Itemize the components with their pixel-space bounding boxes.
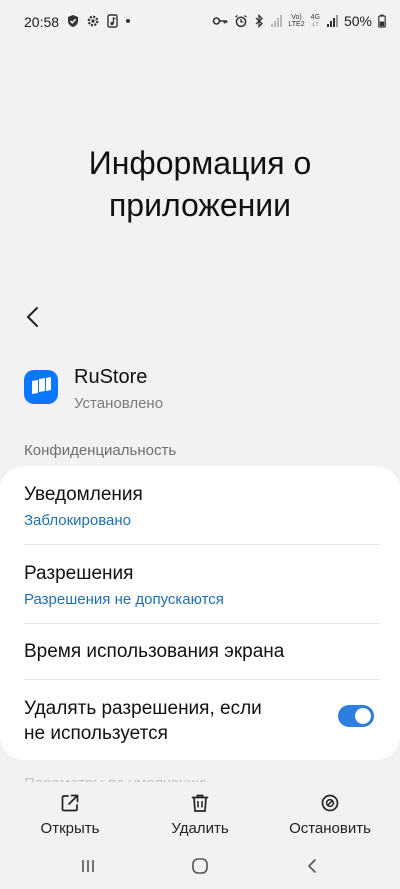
divider xyxy=(24,679,380,680)
key-icon xyxy=(213,17,228,25)
bottom-action-bar: Открыть Удалить Остановить xyxy=(0,782,400,842)
recent-apps-button[interactable] xyxy=(76,856,100,876)
mobile-data-indicator: 4G ↓↑ xyxy=(310,14,320,28)
uninstall-label: Удалить xyxy=(171,820,229,837)
back-button[interactable] xyxy=(18,300,46,334)
status-right-icons: Vo) LTE2 4G ↓↑ 50% xyxy=(212,13,386,29)
gear-icon xyxy=(87,15,99,27)
rustore-logo-icon xyxy=(32,377,51,394)
status-bar: 20:58 Vo) LTE2 4G ↓↑ 50% xyxy=(0,0,400,44)
open-button[interactable]: Открыть xyxy=(10,792,130,837)
battery-percent: 50% xyxy=(343,13,372,29)
status-left-icons xyxy=(66,14,130,28)
notifications-title: Уведомления xyxy=(24,484,143,505)
music-file-icon xyxy=(107,14,118,28)
section-label-privacy: Конфиденциальность xyxy=(24,442,177,459)
alarm-icon xyxy=(235,14,248,28)
signal-icon xyxy=(271,15,283,27)
trash-icon xyxy=(191,794,209,812)
permissions-status: Разрешения не допускаются xyxy=(24,591,224,608)
notifications-row[interactable]: Уведомления Заблокировано xyxy=(24,484,380,529)
signal-strength-icon xyxy=(326,15,338,27)
force-stop-label: Остановить xyxy=(289,820,371,837)
notification-dot xyxy=(126,19,130,23)
battery-icon xyxy=(378,14,386,28)
screen-time-title: Время использования экрана xyxy=(24,641,285,662)
recent-apps-icon xyxy=(82,860,94,872)
page-title: Информация о приложении xyxy=(88,145,312,223)
divider xyxy=(24,623,380,624)
force-stop-button[interactable]: Остановить xyxy=(270,792,390,837)
uninstall-button[interactable]: Удалить xyxy=(140,792,260,837)
status-time: 20:58 xyxy=(24,14,60,30)
system-nav-bar xyxy=(0,842,400,889)
system-back-button[interactable] xyxy=(300,856,324,876)
app-install-status: Установлено xyxy=(74,395,164,412)
back-arrow-icon xyxy=(307,859,316,873)
privacy-settings-card: Уведомления Заблокировано Разрешения Раз… xyxy=(0,466,400,760)
notifications-status: Заблокировано xyxy=(24,512,131,529)
permissions-row[interactable]: Разрешения Разрешения не допускаются xyxy=(24,563,380,608)
app-info-screen: 20:58 Vo) LTE2 4G ↓↑ 50% Информация о пр… xyxy=(0,0,400,889)
toggle-knob xyxy=(355,708,371,724)
open-label: Открыть xyxy=(40,820,100,837)
stop-icon xyxy=(321,794,339,812)
home-icon xyxy=(192,858,208,874)
remove-permissions-row[interactable]: Удалять разрешения, если не используется xyxy=(24,696,324,746)
chevron-left-icon xyxy=(26,307,38,327)
shield-icon xyxy=(68,15,78,27)
volte-indicator: Vo) LTE2 xyxy=(288,14,305,28)
remove-permissions-toggle[interactable] xyxy=(338,705,374,727)
app-name: RuStore xyxy=(74,366,148,388)
rustore-app-icon xyxy=(24,370,58,404)
bluetooth-icon xyxy=(255,14,264,28)
screen-time-row[interactable]: Время использования экрана xyxy=(24,641,380,663)
remove-permissions-title: Удалять разрешения, если не используется xyxy=(24,698,262,744)
open-external-icon xyxy=(61,794,79,812)
permissions-title: Разрешения xyxy=(24,563,134,584)
divider xyxy=(24,544,380,545)
home-button[interactable] xyxy=(188,856,212,876)
data-arrows-icon: ↓↑ xyxy=(311,21,319,28)
